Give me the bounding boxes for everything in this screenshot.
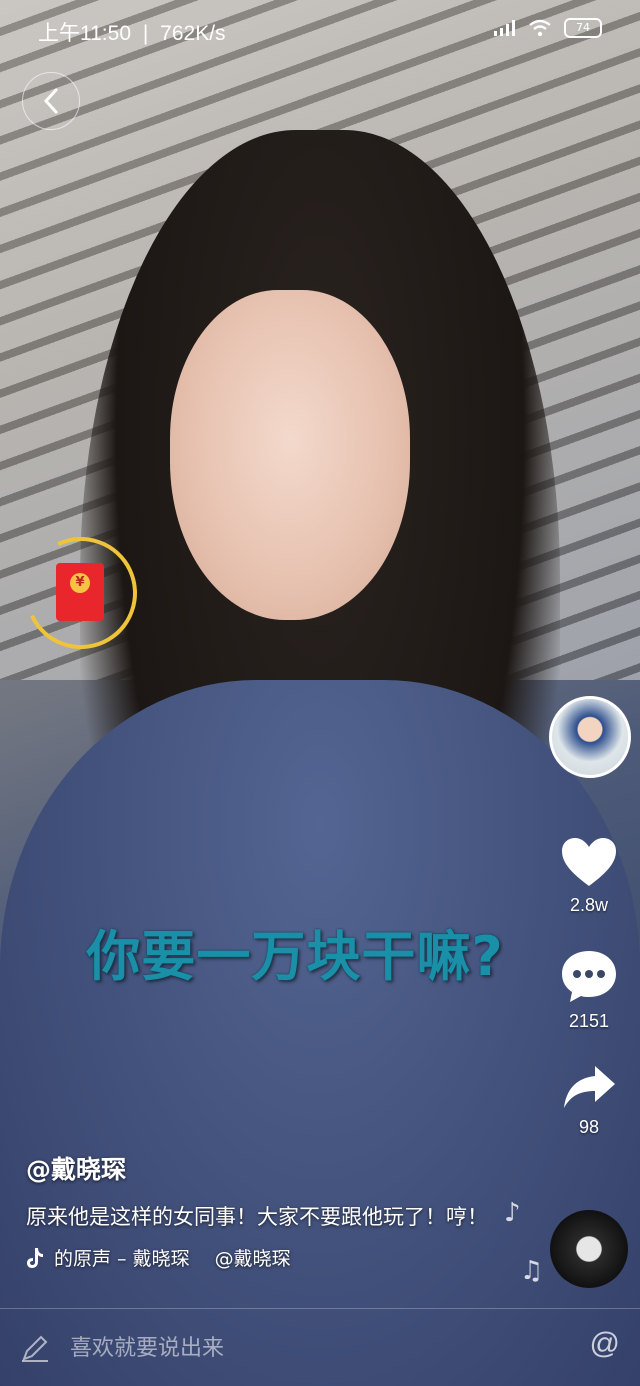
network-speed: 762K/s: [160, 22, 226, 45]
comment-bubble-icon: [562, 951, 616, 1002]
author-name[interactable]: @戴晓琛: [26, 1150, 496, 1186]
video-blouse: [0, 680, 640, 1386]
post-description: @戴晓琛 原来他是这样的女同事！大家不要跟他玩了！哼！ 的原声 – 戴晓琛 @戴…: [26, 1150, 496, 1271]
yuan-coin: ¥: [70, 573, 90, 593]
status-time: 上午11:50: [38, 22, 131, 45]
music-disc[interactable]: [550, 1210, 628, 1288]
wifi-icon: [529, 19, 551, 37]
status-separator: |: [142, 22, 149, 45]
share-count: 98: [578, 1117, 600, 1137]
share-button[interactable]: 98: [546, 1064, 632, 1138]
comment-button[interactable]: 2151: [546, 948, 632, 1032]
author-avatar[interactable]: [549, 696, 631, 778]
status-bar: 上午11:50 | 762K/s 74: [0, 0, 640, 58]
status-right: 74: [494, 18, 602, 38]
music-title: 的原声 – 戴晓琛 @戴晓琛: [54, 1248, 291, 1270]
red-envelope-icon: ¥: [56, 563, 104, 621]
video-face: [170, 290, 410, 620]
tiktok-note-icon: [27, 1247, 43, 1268]
pencil-icon: [22, 1335, 48, 1362]
battery-icon: 74: [564, 18, 602, 38]
comment-bar: @: [0, 1309, 640, 1386]
video-feed-screen[interactable]: 上午11:50 | 762K/s 74 ¥ 你要一万块干嘛? 2.8w 2151…: [0, 0, 640, 1386]
status-left: 上午11:50 | 762K/s: [38, 17, 226, 47]
post-text: 原来他是这样的女同事！大家不要跟他玩了！哼！: [26, 1205, 488, 1229]
back-button[interactable]: [22, 72, 80, 130]
heart-icon: [562, 838, 616, 886]
share-arrow-icon: [564, 1066, 615, 1108]
music-note-icon: ♪: [504, 1198, 521, 1228]
video-caption: 你要一万块干嘛?: [86, 925, 504, 988]
music-info[interactable]: 的原声 – 戴晓琛 @戴晓琛: [26, 1244, 326, 1271]
mention-button[interactable]: @: [590, 1327, 620, 1361]
comment-count: 2151: [568, 1011, 610, 1031]
signal-icon: [494, 20, 515, 36]
comment-input[interactable]: [68, 1335, 542, 1362]
like-button[interactable]: 2.8w: [546, 836, 632, 916]
chevron-left-icon: [43, 88, 58, 114]
red-packet-timer[interactable]: ¥: [9, 521, 153, 665]
like-count: 2.8w: [569, 895, 609, 915]
music-note-icon: ♫: [520, 1256, 544, 1286]
